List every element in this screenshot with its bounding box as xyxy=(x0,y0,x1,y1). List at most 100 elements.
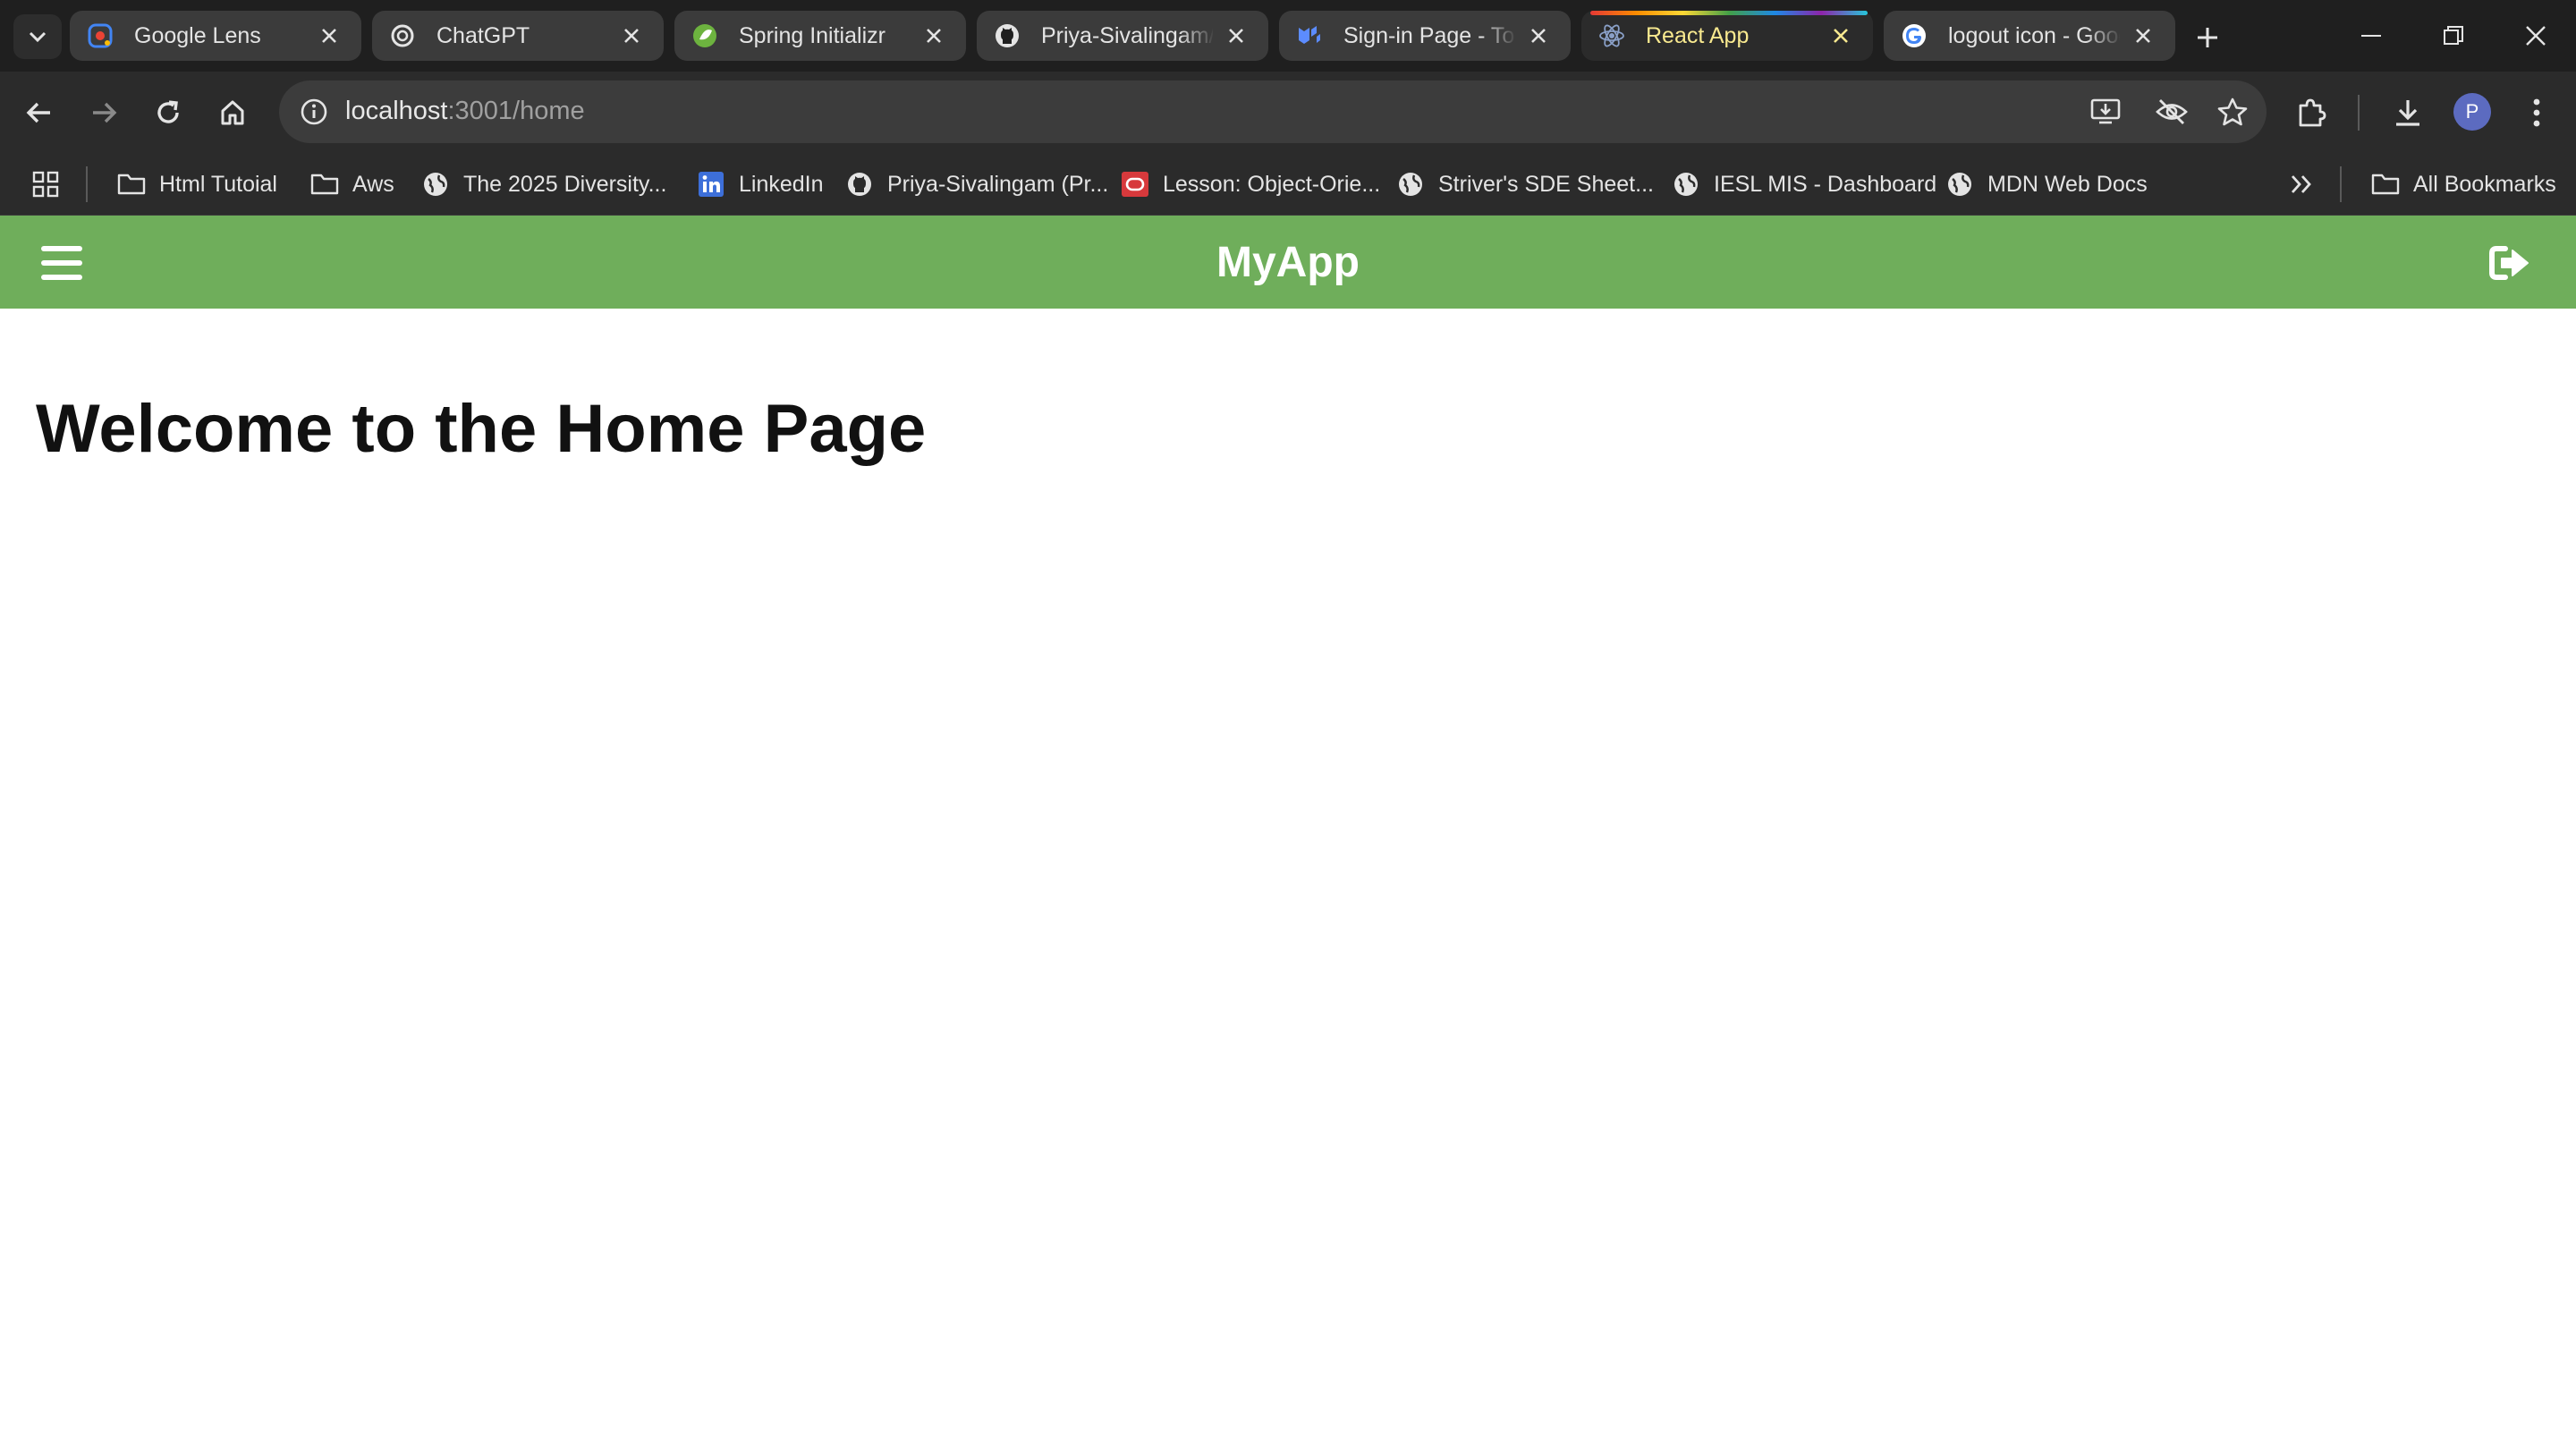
tab-title: React App xyxy=(1646,22,1750,48)
bookmark-linkedin[interactable]: LinkedIn xyxy=(696,165,824,204)
puzzle-icon xyxy=(2299,98,2326,127)
apps-button[interactable] xyxy=(30,165,73,204)
tab-close-icon[interactable] xyxy=(1220,20,1252,52)
bookmarks-divider xyxy=(86,166,88,202)
bookmark-diversity[interactable]: The 2025 Diversity... xyxy=(420,165,666,204)
forward-button[interactable] xyxy=(82,91,125,134)
apps-grid-icon xyxy=(30,169,61,199)
back-button[interactable] xyxy=(18,91,61,134)
tab-logout-icon-search[interactable]: logout icon - Goog xyxy=(1884,11,2175,61)
github-icon xyxy=(993,21,1021,50)
tab-close-icon[interactable] xyxy=(2127,20,2159,52)
toolbar-divider xyxy=(2358,95,2360,131)
bookmark-striver-sde[interactable]: Striver's SDE Sheet... xyxy=(1395,165,1654,204)
downloads-button[interactable] xyxy=(2386,91,2429,134)
bookmark-star-icon[interactable] xyxy=(2213,92,2252,131)
app-navbar: MyApp xyxy=(0,216,2576,309)
bookmark-aws[interactable]: Aws xyxy=(309,165,394,204)
spring-icon xyxy=(691,21,719,50)
minimize-icon xyxy=(2361,35,2381,37)
all-bookmarks-button[interactable]: All Bookmarks xyxy=(2370,165,2556,204)
globe-icon xyxy=(1945,169,1975,199)
reload-icon xyxy=(157,100,179,123)
tab-react-app[interactable]: React App xyxy=(1581,11,1873,61)
tab-close-icon[interactable] xyxy=(313,20,345,52)
chatgpt-icon xyxy=(388,21,417,50)
tab-close-icon[interactable] xyxy=(615,20,648,52)
tab-search-button[interactable] xyxy=(13,14,62,59)
logout-icon[interactable] xyxy=(2487,242,2533,284)
address-bar[interactable]: localhost:3001/home xyxy=(279,80,2267,143)
react-icon xyxy=(1597,21,1626,50)
back-arrow-icon xyxy=(26,102,50,123)
bookmark-iesl-mis[interactable]: IESL MIS - Dashboard xyxy=(1671,165,1936,204)
bookmark-oracle-lesson[interactable]: Lesson: Object-Orie... xyxy=(1120,165,1380,204)
forward-arrow-icon xyxy=(93,102,117,123)
bookmark-label: MDN Web Docs xyxy=(1987,171,2148,197)
page-title: Welcome to the Home Page xyxy=(36,391,927,467)
oracle-icon xyxy=(1120,169,1150,199)
bookmark-label: Html Tutoial xyxy=(159,171,277,197)
home-icon xyxy=(221,100,244,125)
tab-spring-initializr[interactable]: Spring Initializr xyxy=(674,11,966,61)
menu-icon[interactable] xyxy=(41,246,82,280)
bookmarks-bar: Html Tutoial Aws The 2025 Diversity... L… xyxy=(0,154,2576,216)
download-icon xyxy=(2396,100,2419,126)
chevron-double-right-icon xyxy=(2286,169,2317,199)
minimize-button[interactable] xyxy=(2351,16,2392,55)
tab-sign-in-page[interactable]: Sign-in Page - Too xyxy=(1279,11,1571,61)
github-icon xyxy=(844,169,875,199)
globe-icon xyxy=(420,169,451,199)
new-tab-button[interactable] xyxy=(2188,18,2227,57)
browser-menu-button[interactable] xyxy=(2515,91,2558,134)
reload-button[interactable] xyxy=(147,91,190,134)
globe-icon xyxy=(1671,169,1701,199)
url-host: localhost xyxy=(345,97,448,125)
bookmark-label: Priya-Sivalingam (Pr... xyxy=(887,171,1109,197)
extensions-button[interactable] xyxy=(2290,91,2333,134)
bookmark-html-tutoial[interactable]: Html Tutoial xyxy=(116,165,277,204)
bookmark-label: LinkedIn xyxy=(739,171,824,197)
plus-icon xyxy=(2198,28,2217,47)
mui-icon xyxy=(1295,21,1324,50)
google-icon xyxy=(1900,21,1928,50)
tab-close-icon[interactable] xyxy=(1825,20,1857,52)
globe-icon xyxy=(1395,169,1426,199)
tab-title: Spring Initializr xyxy=(739,22,886,48)
close-window-button[interactable] xyxy=(2515,16,2556,55)
google-lens-icon xyxy=(86,21,114,50)
linkedin-icon xyxy=(696,169,726,199)
eye-off-icon[interactable] xyxy=(2152,92,2191,131)
bookmark-label: Lesson: Object-Orie... xyxy=(1163,171,1381,197)
tab-close-icon[interactable] xyxy=(918,20,950,52)
url-text[interactable]: localhost:3001/home xyxy=(345,97,585,126)
chevron-down-icon xyxy=(29,31,47,43)
bookmarks-divider xyxy=(2340,166,2342,202)
bookmark-label: The 2025 Diversity... xyxy=(463,171,667,197)
url-path: :3001/home xyxy=(447,97,585,125)
browser-toolbar: localhost:3001/home P xyxy=(0,72,2576,154)
bookmark-label: Striver's SDE Sheet... xyxy=(1438,171,1654,197)
folder-icon xyxy=(309,169,340,199)
more-vertical-icon xyxy=(2533,98,2540,127)
bookmark-github-profile[interactable]: Priya-Sivalingam (Pr... xyxy=(844,165,1108,204)
restore-button[interactable] xyxy=(2433,16,2474,55)
home-button[interactable] xyxy=(211,91,254,134)
bookmark-label: Aws xyxy=(352,171,394,197)
bookmark-mdn[interactable]: MDN Web Docs xyxy=(1945,165,2148,204)
more-bookmarks-button[interactable] xyxy=(2286,165,2329,204)
browser-tab-strip: Google Lens ChatGPT Spring Initializr Pr… xyxy=(0,0,2576,72)
folder-icon xyxy=(2370,169,2401,199)
profile-avatar[interactable]: P xyxy=(2453,93,2491,131)
tab-github-repo[interactable]: Priya-Sivalingam/S xyxy=(977,11,1268,61)
tab-chatgpt[interactable]: ChatGPT xyxy=(372,11,664,61)
tab-google-lens[interactable]: Google Lens xyxy=(70,11,361,61)
tab-title: ChatGPT xyxy=(436,22,530,48)
install-app-icon[interactable] xyxy=(2086,92,2125,131)
app-brand: MyApp xyxy=(1216,238,1360,286)
all-bookmarks-label: All Bookmarks xyxy=(2413,171,2556,197)
bookmark-label: IESL MIS - Dashboard xyxy=(1714,171,1937,197)
tab-close-icon[interactable] xyxy=(1522,20,1555,52)
folder-icon xyxy=(116,169,147,199)
site-info-icon[interactable] xyxy=(293,91,335,132)
